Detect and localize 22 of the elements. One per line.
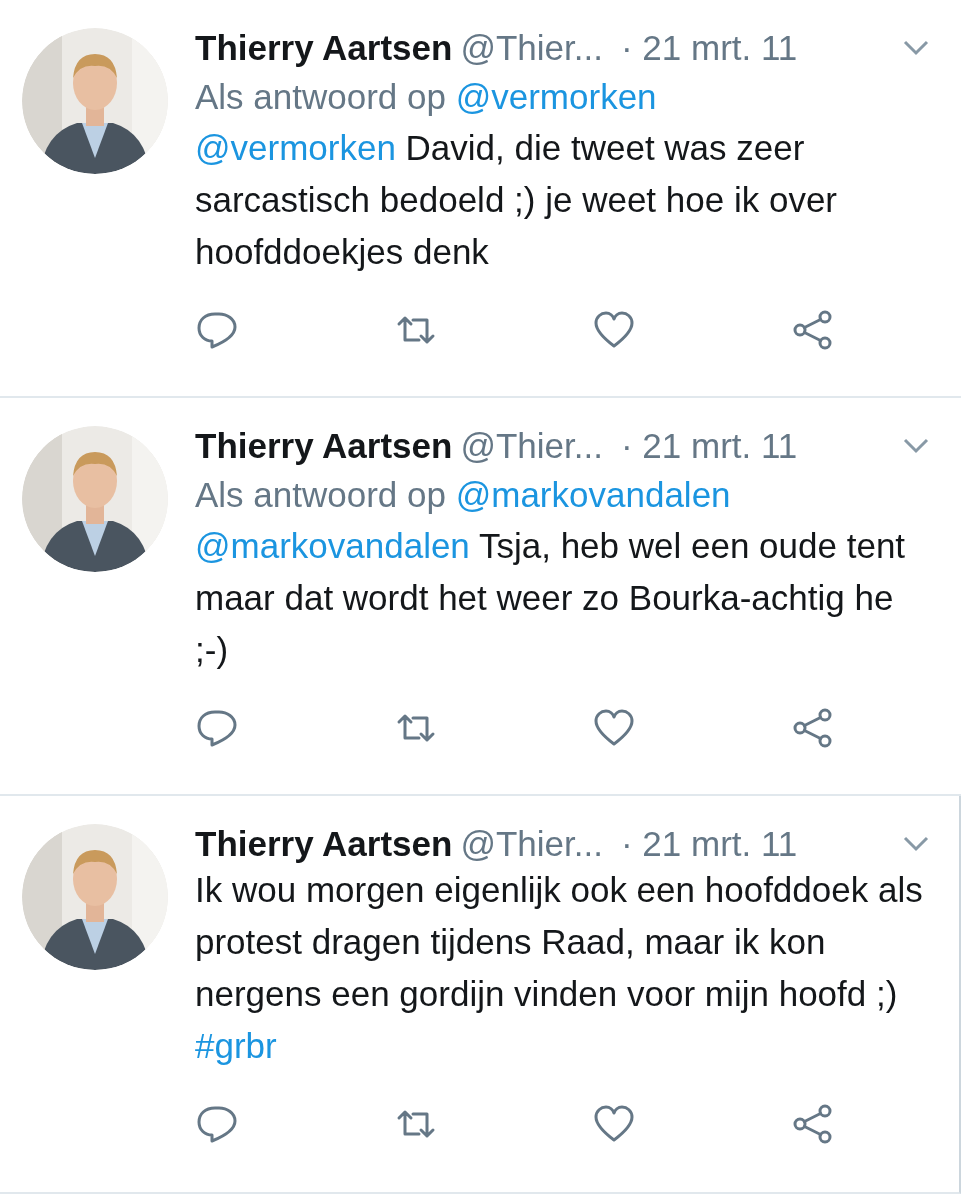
mention-link[interactable]: @vermorken (195, 128, 396, 167)
reply-context: Als antwoord op @markovandalen (195, 474, 732, 516)
tweet-text: @vermorken David, die tweet was zeer sarcastisch bedoeld ;) je weet hoe ik over hoofddoekjes denk (195, 127, 838, 273)
author-name[interactable]: Thierry Aartsen (195, 28, 453, 68)
author-handle[interactable]: @Thier... (460, 28, 603, 68)
chevron-down-icon[interactable] (902, 436, 930, 456)
mention-link[interactable]: @markovandalen (195, 526, 470, 565)
tweet-text: Ik wou morgen eigenlijk ook een hoofddoek als protest dragen tijdens Raad, maar ik kon nergens een gordijn vinden voor mijn hoofd ;) #grbr (195, 869, 924, 1067)
reply-context: Als antwoord op @vermorken (195, 76, 658, 118)
author-handle[interactable]: @Thier... (460, 426, 603, 466)
mention-link[interactable]: @vermorken (455, 77, 657, 116)
author-handle[interactable]: @Thier... (460, 824, 603, 864)
chevron-down-icon[interactable] (902, 834, 930, 854)
tweet-text: @markovandalen Tsja, heb wel een oude tent maar dat wordt het weer zo Bourka-achtig he ;-) (195, 525, 907, 671)
author-name[interactable]: Thierry Aartsen (195, 426, 453, 466)
author-name[interactable]: Thierry Aartsen (195, 824, 453, 864)
tweet-date[interactable]: · 21 mrt. 11 (620, 28, 798, 68)
hashtag-link[interactable]: #grbr (195, 1026, 277, 1065)
tweet-date[interactable]: · 21 mrt. 11 (620, 824, 798, 864)
mention-link[interactable]: @markovandalen (455, 475, 731, 514)
tweet-date[interactable]: · 21 mrt. 11 (620, 426, 798, 466)
chevron-down-icon[interactable] (902, 38, 930, 58)
